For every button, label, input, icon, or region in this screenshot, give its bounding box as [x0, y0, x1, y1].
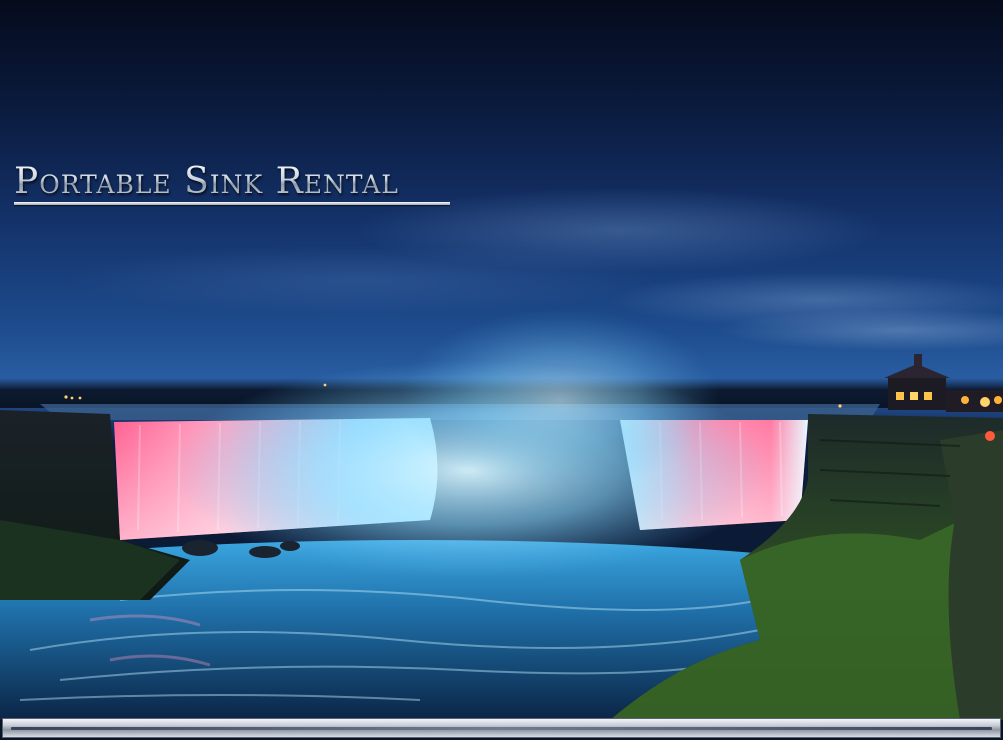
- hero-stage: Portable Sink Rental: [0, 0, 1003, 740]
- title-underline: [14, 202, 450, 205]
- waterfall-scene: [0, 310, 1003, 720]
- bottom-bar-groove: [11, 727, 992, 730]
- bottom-bar: [2, 718, 1001, 738]
- page-title: Portable Sink Rental: [14, 161, 399, 202]
